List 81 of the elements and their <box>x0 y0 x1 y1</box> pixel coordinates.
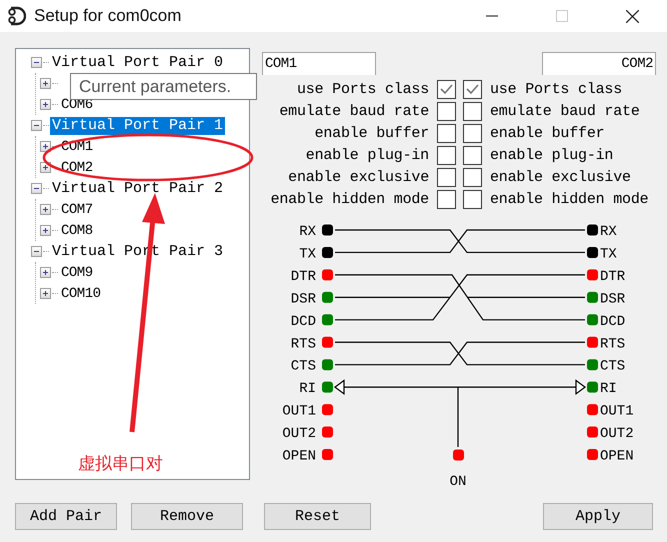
signal-label: DTR <box>290 268 316 285</box>
tree-item[interactable]: Virtual Port Pair 2 <box>50 180 226 198</box>
option-label: enable plug-in <box>490 146 614 164</box>
dialog-button[interactable]: Remove <box>131 503 243 530</box>
checkbox[interactable] <box>437 80 456 98</box>
expand-icon[interactable] <box>40 267 51 278</box>
dialog-button[interactable]: Reset <box>264 503 371 530</box>
expand-icon[interactable] <box>40 78 51 89</box>
signal-label: OUT2 <box>282 426 316 442</box>
tree-item[interactable]: COM10 <box>59 284 103 302</box>
expand-icon[interactable] <box>40 288 51 299</box>
signal-label: TX <box>600 246 617 262</box>
checkbox[interactable] <box>437 146 456 164</box>
checkbox[interactable] <box>437 168 456 186</box>
option-label: emulate baud rate <box>278 102 429 120</box>
signal-label: CTS <box>600 358 626 375</box>
close-icon <box>626 10 638 22</box>
signal-label: RTS <box>600 336 626 352</box>
expand-icon[interactable] <box>40 204 51 215</box>
tree-item[interactable]: COM7 <box>59 200 95 218</box>
option-label: enable buffer <box>490 124 604 142</box>
signal-label: CTS <box>290 358 316 375</box>
tree-item[interactable]: COM2 <box>59 158 95 176</box>
option-label: enable hidden mode <box>490 190 648 208</box>
signal-label: OUT1 <box>600 404 634 420</box>
check-icon <box>439 82 454 96</box>
option-label: enable buffer <box>314 124 429 142</box>
checkbox[interactable] <box>463 124 482 142</box>
switch-led[interactable] <box>453 450 464 460</box>
option-label: enable plug-in <box>304 146 429 164</box>
dialog-button[interactable]: Apply <box>543 503 653 530</box>
expand-icon[interactable] <box>40 99 51 110</box>
app-icon <box>8 6 26 26</box>
checkbox[interactable] <box>437 190 456 208</box>
signal-label: OPEN <box>600 448 634 464</box>
signal-label: DCD <box>290 314 316 330</box>
checkbox[interactable] <box>463 190 482 208</box>
collapse-icon[interactable] <box>31 183 42 194</box>
checkbox[interactable] <box>437 124 456 142</box>
option-label: use Ports class <box>296 80 429 98</box>
window-title: Setup for com0com <box>34 6 182 26</box>
signal-label: DSR <box>290 291 316 308</box>
check-icon <box>465 82 480 96</box>
tree-item[interactable]: Virtual Port Pair 1 <box>50 116 226 134</box>
tooltip: Current parameters. <box>70 73 257 100</box>
signal-label: OUT2 <box>600 426 634 442</box>
option-label: enable exclusive <box>490 168 631 186</box>
port-name-field[interactable]: COM1 <box>262 52 376 75</box>
option-label: enable exclusive <box>287 168 429 186</box>
signal-label: RI <box>299 381 316 398</box>
collapse-icon[interactable] <box>31 120 42 131</box>
tree-item[interactable]: COM9 <box>59 264 95 282</box>
signal-label: DTR <box>600 268 626 285</box>
signal-label: OUT1 <box>282 404 316 420</box>
tree-item[interactable]: COM8 <box>59 222 95 240</box>
checkbox[interactable] <box>463 146 482 164</box>
dialog-button[interactable]: Add Pair <box>15 503 117 530</box>
signal-label: RI <box>600 381 617 398</box>
checkbox[interactable] <box>463 80 482 98</box>
signal-label: RX <box>299 224 316 240</box>
port-name-field[interactable]: COM2 <box>542 52 656 75</box>
option-label: enable hidden mode <box>270 190 429 208</box>
signal-label: RTS <box>290 336 316 352</box>
checkbox[interactable] <box>463 168 482 186</box>
collapse-icon[interactable] <box>31 246 42 257</box>
annotation-text: 虚拟串口对 <box>78 453 163 475</box>
checkbox[interactable] <box>437 102 456 120</box>
expand-icon[interactable] <box>40 141 51 152</box>
tree-item[interactable]: Virtual Port Pair 0 <box>50 54 226 72</box>
checkbox[interactable] <box>463 102 482 120</box>
signal-label: DCD <box>600 314 626 330</box>
maximize-icon <box>556 10 568 22</box>
signal-label: TX <box>299 246 316 262</box>
expand-icon[interactable] <box>40 225 51 236</box>
signal-label: OPEN <box>282 448 316 464</box>
option-label: use Ports class <box>490 80 622 98</box>
collapse-icon[interactable] <box>31 57 42 68</box>
option-label: emulate baud rate <box>490 102 640 120</box>
signal-label: DSR <box>600 291 626 308</box>
signal-label: RX <box>600 224 617 240</box>
switch-label: ON <box>450 474 466 490</box>
